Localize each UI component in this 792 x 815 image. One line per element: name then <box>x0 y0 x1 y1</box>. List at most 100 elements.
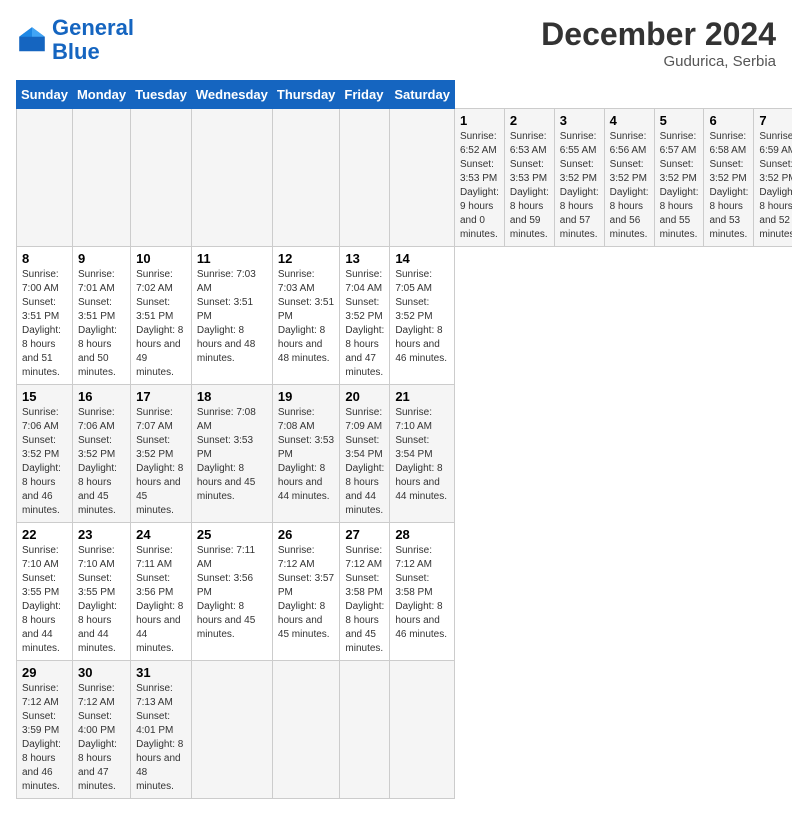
table-row <box>272 109 340 247</box>
table-row: 19 Sunrise: 7:08 AMSunset: 3:53 PMDayligh… <box>272 385 340 523</box>
table-row <box>191 661 272 799</box>
table-row: 4 Sunrise: 6:56 AMSunset: 3:52 PMDaylight… <box>604 109 654 247</box>
day-number: 9 <box>78 251 125 266</box>
logo-line1: General <box>52 15 134 40</box>
day-info: Sunrise: 7:06 AMSunset: 3:52 PMDaylight:… <box>22 406 67 518</box>
day-number: 15 <box>22 389 67 404</box>
col-thursday: Thursday <box>272 81 340 109</box>
day-info: Sunrise: 7:03 AMSunset: 3:51 PMDaylight:… <box>197 268 267 366</box>
table-row: 28Sunrise: 7:12 AMSunset: 3:58 PMDayligh… <box>390 523 455 661</box>
table-row: 2Sunrise: 6:53 AMSunset: 3:53 PMDaylight… <box>504 109 554 247</box>
calendar-table: Sunday Monday Tuesday Wednesday Thursday… <box>16 80 792 799</box>
day-number: 31 <box>136 665 186 680</box>
col-tuesday: Tuesday <box>131 81 192 109</box>
day-info: Sunrise: 7:12 AMSunset: 3:59 PMDaylight:… <box>22 682 67 794</box>
day-number: 8 <box>22 251 67 266</box>
calendar-row: 29 Sunrise: 7:12 AMSunset: 3:59 PMDayligh… <box>17 661 792 799</box>
month-title: December 2024 <box>541 16 776 53</box>
day-number: 28 <box>395 527 449 542</box>
calendar-row: 22 Sunrise: 7:10 AMSunset: 3:55 PMDayligh… <box>17 523 792 661</box>
table-row: 17 Sunrise: 7:07 AMSunset: 3:52 PMDayligh… <box>131 385 192 523</box>
day-number: 21 <box>395 389 449 404</box>
day-info: Sunrise: 6:59 AMSunset: 3:52 PMDaylight:… <box>759 130 792 242</box>
day-number: 2 <box>510 113 549 128</box>
table-row <box>131 109 192 247</box>
table-row: 5 Sunrise: 6:57 AMSunset: 3:52 PMDaylight… <box>654 109 704 247</box>
day-number: 7 <box>759 113 792 128</box>
table-row <box>72 109 130 247</box>
table-row: 6Sunrise: 6:58 AMSunset: 3:52 PMDaylight… <box>704 109 754 247</box>
logo-line2: Blue <box>52 39 100 64</box>
col-sunday: Sunday <box>17 81 73 109</box>
day-info: Sunrise: 7:03 AMSunset: 3:51 PMDaylight:… <box>278 268 335 366</box>
logo-icon <box>16 24 48 56</box>
day-info: Sunrise: 7:10 AMSunset: 3:55 PMDaylight:… <box>78 544 125 656</box>
table-row: 10 Sunrise: 7:02 AMSunset: 3:51 PMDayligh… <box>131 247 192 385</box>
day-info: Sunrise: 7:12 AMSunset: 3:58 PMDaylight:… <box>345 544 384 656</box>
day-number: 24 <box>136 527 186 542</box>
table-row: 3 Sunrise: 6:55 AMSunset: 3:52 PMDaylight… <box>554 109 604 247</box>
col-saturday: Saturday <box>390 81 455 109</box>
table-row: 30Sunrise: 7:12 AMSunset: 4:00 PMDayligh… <box>72 661 130 799</box>
table-row: 21 Sunrise: 7:10 AMSunset: 3:54 PMDayligh… <box>390 385 455 523</box>
day-info: Sunrise: 7:12 AMSunset: 3:57 PMDaylight:… <box>278 544 335 642</box>
day-number: 26 <box>278 527 335 542</box>
calendar-row: 8Sunrise: 7:00 AMSunset: 3:51 PMDaylight… <box>17 247 792 385</box>
day-info: Sunrise: 7:08 AMSunset: 3:53 PMDaylight:… <box>278 406 335 504</box>
table-row: 29 Sunrise: 7:12 AMSunset: 3:59 PMDayligh… <box>17 661 73 799</box>
day-number: 30 <box>78 665 125 680</box>
day-info: Sunrise: 7:04 AMSunset: 3:52 PMDaylight:… <box>345 268 384 380</box>
table-row: 18 Sunrise: 7:08 AMSunset: 3:53 PMDayligh… <box>191 385 272 523</box>
table-row <box>272 661 340 799</box>
day-number: 20 <box>345 389 384 404</box>
day-info: Sunrise: 6:55 AMSunset: 3:52 PMDaylight:… <box>560 130 599 242</box>
table-row: 24 Sunrise: 7:11 AMSunset: 3:56 PMDayligh… <box>131 523 192 661</box>
table-row: 25Sunrise: 7:11 AMSunset: 3:56 PMDayligh… <box>191 523 272 661</box>
col-friday: Friday <box>340 81 390 109</box>
day-info: Sunrise: 6:56 AMSunset: 3:52 PMDaylight:… <box>610 130 649 242</box>
day-number: 14 <box>395 251 449 266</box>
day-number: 3 <box>560 113 599 128</box>
day-info: Sunrise: 7:06 AMSunset: 3:52 PMDaylight:… <box>78 406 125 518</box>
day-info: Sunrise: 6:52 AMSunset: 3:53 PMDaylight:… <box>460 130 499 242</box>
col-monday: Monday <box>72 81 130 109</box>
day-number: 17 <box>136 389 186 404</box>
table-row: 16Sunrise: 7:06 AMSunset: 3:52 PMDayligh… <box>72 385 130 523</box>
day-info: Sunrise: 7:08 AMSunset: 3:53 PMDaylight:… <box>197 406 267 504</box>
day-number: 5 <box>660 113 699 128</box>
calendar-row: 15 Sunrise: 7:06 AMSunset: 3:52 PMDayligh… <box>17 385 792 523</box>
table-row: 9Sunrise: 7:01 AMSunset: 3:51 PMDaylight… <box>72 247 130 385</box>
day-info: Sunrise: 7:05 AMSunset: 3:52 PMDaylight:… <box>395 268 449 366</box>
day-info: Sunrise: 7:07 AMSunset: 3:52 PMDaylight:… <box>136 406 186 518</box>
day-number: 22 <box>22 527 67 542</box>
day-number: 18 <box>197 389 267 404</box>
day-number: 25 <box>197 527 267 542</box>
logo: General Blue <box>16 16 134 64</box>
day-number: 19 <box>278 389 335 404</box>
table-row: 14 Sunrise: 7:05 AMSunset: 3:52 PMDayligh… <box>390 247 455 385</box>
day-number: 29 <box>22 665 67 680</box>
day-info: Sunrise: 7:02 AMSunset: 3:51 PMDaylight:… <box>136 268 186 380</box>
day-number: 6 <box>709 113 748 128</box>
day-number: 4 <box>610 113 649 128</box>
table-row: 26 Sunrise: 7:12 AMSunset: 3:57 PMDayligh… <box>272 523 340 661</box>
page-header: General Blue December 2024 Gudurica, Ser… <box>16 16 776 70</box>
table-row <box>340 109 390 247</box>
day-info: Sunrise: 6:57 AMSunset: 3:52 PMDaylight:… <box>660 130 699 242</box>
day-info: Sunrise: 7:10 AMSunset: 3:54 PMDaylight:… <box>395 406 449 504</box>
logo-text: General Blue <box>52 16 134 64</box>
table-row <box>191 109 272 247</box>
table-row <box>340 661 390 799</box>
table-row: 12Sunrise: 7:03 AMSunset: 3:51 PMDayligh… <box>272 247 340 385</box>
table-row: 15 Sunrise: 7:06 AMSunset: 3:52 PMDayligh… <box>17 385 73 523</box>
table-row <box>390 661 455 799</box>
table-row: 13Sunrise: 7:04 AMSunset: 3:52 PMDayligh… <box>340 247 390 385</box>
table-row: 31 Sunrise: 7:13 AMSunset: 4:01 PMDayligh… <box>131 661 192 799</box>
day-number: 23 <box>78 527 125 542</box>
table-row: 20Sunrise: 7:09 AMSunset: 3:54 PMDayligh… <box>340 385 390 523</box>
day-info: Sunrise: 7:11 AMSunset: 3:56 PMDaylight:… <box>136 544 186 656</box>
table-row: 1Sunrise: 6:52 AMSunset: 3:53 PMDaylight… <box>454 109 504 247</box>
table-row: 11Sunrise: 7:03 AMSunset: 3:51 PMDayligh… <box>191 247 272 385</box>
day-number: 10 <box>136 251 186 266</box>
day-info: Sunrise: 7:13 AMSunset: 4:01 PMDaylight:… <box>136 682 186 794</box>
